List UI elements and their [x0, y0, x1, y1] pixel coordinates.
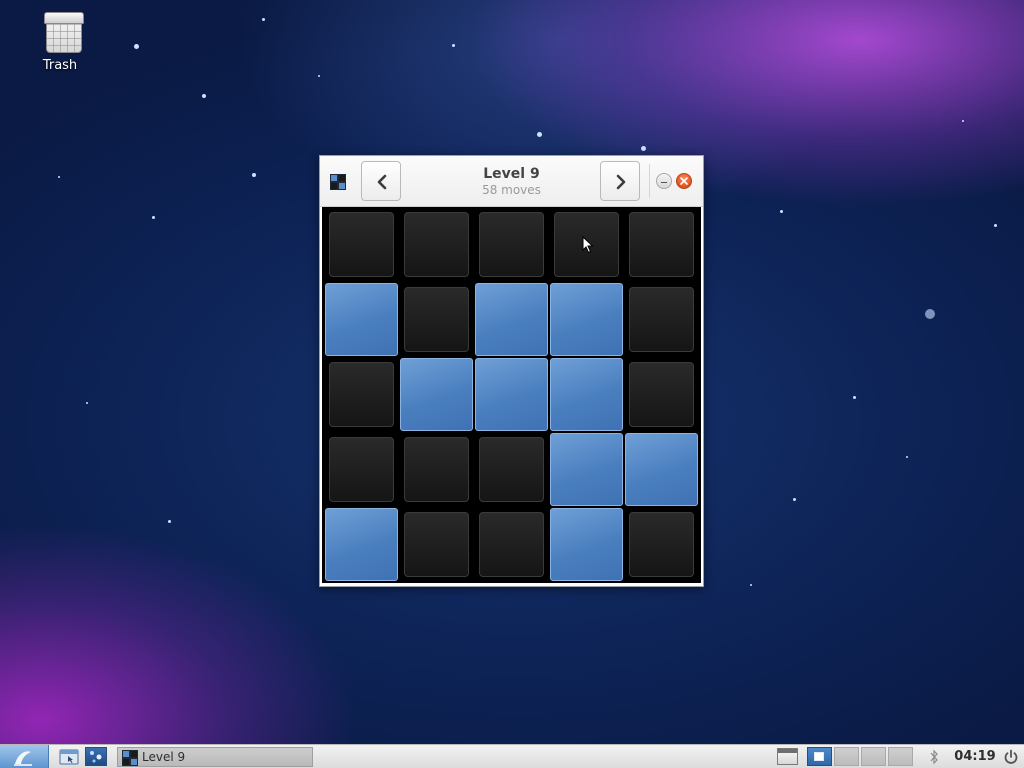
lights-off-icon — [330, 174, 346, 190]
light-tile[interactable] — [629, 212, 694, 277]
lxde-menu-icon — [14, 751, 32, 766]
taskbar-task-level-9[interactable]: Level 9 — [117, 747, 313, 767]
star — [750, 584, 752, 586]
workspace-3[interactable] — [861, 747, 886, 766]
light-tile[interactable] — [479, 437, 544, 502]
file-manager-icon[interactable] — [59, 748, 79, 765]
light-tile[interactable] — [625, 433, 698, 506]
star — [962, 120, 964, 122]
star — [134, 44, 139, 49]
star — [86, 402, 88, 404]
start-menu-button[interactable] — [0, 745, 49, 768]
workspace-2[interactable] — [834, 747, 859, 766]
light-tile[interactable] — [404, 212, 469, 277]
bluetooth-icon[interactable] — [929, 749, 939, 765]
light-tile[interactable] — [329, 437, 394, 502]
trash-label: Trash — [42, 58, 78, 73]
minimize-button[interactable] — [656, 173, 672, 189]
star — [793, 498, 796, 501]
star — [925, 309, 935, 319]
title-block: Level 9 58 moves — [410, 165, 613, 197]
light-tile[interactable] — [329, 212, 394, 277]
star — [452, 44, 455, 47]
light-tile[interactable] — [475, 358, 548, 431]
star — [780, 210, 783, 213]
star — [58, 176, 60, 178]
chevron-right-icon — [616, 174, 626, 190]
close-icon — [680, 177, 688, 185]
star — [853, 396, 856, 399]
star — [202, 94, 206, 98]
light-tile[interactable] — [550, 283, 623, 356]
star — [152, 216, 155, 219]
chevron-left-icon — [377, 174, 387, 190]
trash-icon — [42, 12, 84, 53]
light-tile[interactable] — [475, 283, 548, 356]
window-title: Level 9 — [483, 166, 540, 182]
star — [168, 520, 171, 523]
desktop: Trash Level 9 58 moves Level 9 04:19 — [0, 0, 1024, 768]
light-tile[interactable] — [550, 433, 623, 506]
titlebar-separator — [649, 164, 650, 198]
star — [262, 18, 265, 21]
light-tile[interactable] — [550, 508, 623, 581]
lights-off-icon — [90, 751, 102, 763]
star — [994, 224, 997, 227]
next-level-button[interactable] — [600, 161, 640, 201]
game-board — [322, 207, 701, 583]
taskbar: Level 9 04:19 — [0, 744, 1024, 768]
star — [906, 456, 908, 458]
star — [537, 132, 542, 137]
light-tile[interactable] — [404, 512, 469, 577]
light-tile[interactable] — [629, 362, 694, 427]
light-tile[interactable] — [404, 437, 469, 502]
light-tile[interactable] — [325, 283, 398, 356]
light-tile[interactable] — [550, 358, 623, 431]
light-tile[interactable] — [479, 512, 544, 577]
trash-desktop-icon[interactable]: Trash — [28, 8, 92, 82]
lights-off-launcher[interactable] — [85, 747, 107, 766]
star — [641, 146, 646, 151]
star — [252, 173, 256, 177]
close-button[interactable] — [676, 173, 692, 189]
workspace-4[interactable] — [888, 747, 913, 766]
clock[interactable]: 04:19 — [952, 748, 998, 765]
light-tile[interactable] — [404, 287, 469, 352]
workspace-1[interactable] — [807, 747, 832, 766]
light-tile[interactable] — [554, 212, 619, 277]
light-tile[interactable] — [325, 508, 398, 581]
window-list-icon[interactable] — [777, 748, 798, 765]
power-icon[interactable] — [1003, 749, 1019, 765]
taskbar-task-label: Level 9 — [142, 750, 186, 764]
previous-level-button[interactable] — [361, 161, 401, 201]
header-bar: Level 9 58 moves — [320, 156, 703, 207]
light-tile[interactable] — [629, 287, 694, 352]
star — [318, 75, 320, 77]
moves-counter: 58 moves — [482, 183, 541, 197]
lights-off-window: Level 9 58 moves — [319, 155, 704, 587]
light-tile[interactable] — [329, 362, 394, 427]
light-tile[interactable] — [629, 512, 694, 577]
light-tile[interactable] — [400, 358, 473, 431]
lights-off-icon — [122, 750, 138, 766]
light-tile[interactable] — [479, 212, 544, 277]
